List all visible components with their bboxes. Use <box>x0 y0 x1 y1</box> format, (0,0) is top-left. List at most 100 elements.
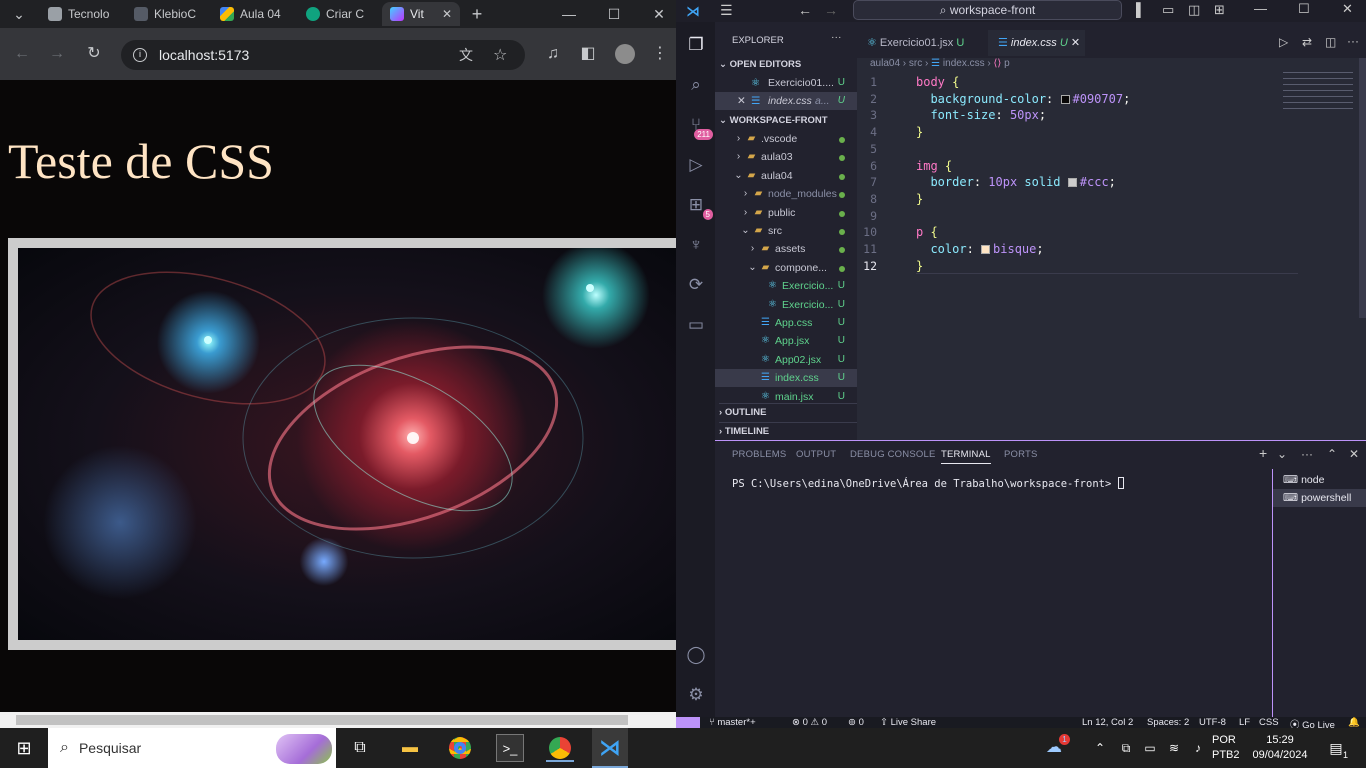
file-tree-item[interactable]: ⌄ ▰ compone... <box>715 259 857 277</box>
crumb[interactable]: src <box>909 58 922 69</box>
windows-start-icon[interactable]: ⊞ <box>10 734 38 762</box>
language-indicator[interactable]: POR PTB2 <box>1212 733 1240 763</box>
panel-tab-problems[interactable]: PROBLEMS <box>732 449 786 460</box>
remote-explorer-icon[interactable]: ⟳ <box>685 274 707 296</box>
reload-icon[interactable]: ↻ <box>84 44 104 64</box>
translate-icon[interactable]: 文 <box>459 45 473 65</box>
run-debug-icon[interactable]: ▷ <box>685 154 707 176</box>
explorer-icon[interactable]: ❐ <box>685 34 707 56</box>
account-icon[interactable]: ◯ <box>685 644 707 666</box>
close-panel-icon[interactable]: ✕ <box>1349 447 1359 461</box>
python-icon[interactable]: ♆ <box>685 234 707 256</box>
minimize-icon[interactable]: — <box>1254 1 1267 16</box>
tab-2[interactable]: Aula 04 <box>212 2 294 26</box>
file-tree-item[interactable]: ☰ App.css U <box>715 314 857 332</box>
more-actions-icon[interactable]: ··· <box>1301 447 1313 461</box>
customize-layout-icon[interactable]: ⊞ <box>1214 2 1225 18</box>
source-control-icon[interactable]: ⑂ 211 <box>685 114 713 140</box>
forward-icon[interactable]: → <box>47 44 67 64</box>
maximize-panel-icon[interactable]: ⌃ <box>1327 447 1337 461</box>
run-icon[interactable]: ▷ <box>1279 35 1288 49</box>
crumb[interactable]: index.css <box>943 58 985 69</box>
language-status[interactable]: CSS <box>1259 717 1279 728</box>
forward-icon[interactable]: → <box>824 2 838 18</box>
tab-3[interactable]: Criar C <box>298 2 380 26</box>
editor-tab[interactable]: ⚛ Exercicio01.jsx U <box>857 30 985 56</box>
chrome-profile-icon[interactable] <box>546 734 574 762</box>
crumb[interactable]: p <box>1004 58 1010 69</box>
more-actions-icon[interactable]: ··· <box>1347 34 1359 48</box>
toggle-secondary-sidebar-icon[interactable]: ◫ <box>1188 2 1200 18</box>
show-hidden-icons[interactable]: ⌃ <box>1086 734 1114 762</box>
tab-search-button[interactable]: ⌄ <box>8 4 30 24</box>
task-view-icon[interactable]: ⧉ <box>346 734 374 762</box>
encoding-status[interactable]: UTF-8 <box>1199 717 1226 728</box>
scrollbar-thumb[interactable] <box>16 715 628 725</box>
eol-status[interactable]: LF <box>1239 717 1250 728</box>
menu-icon[interactable]: ⋮ <box>650 44 670 64</box>
tab-1[interactable]: KlebioC <box>126 2 208 26</box>
back-icon[interactable]: ← <box>12 44 32 64</box>
extensions-icon[interactable]: ⊞ 5 <box>685 194 713 220</box>
command-search-input[interactable]: ⌕ workspace-front <box>853 0 1122 20</box>
terminal-item[interactable]: ⌨ node <box>1273 471 1366 489</box>
toggle-sidebar-icon[interactable]: ▌ <box>1136 2 1145 17</box>
terminal-item-active[interactable]: ⌨ powershell <box>1273 489 1366 507</box>
chrome-icon[interactable] <box>446 734 474 762</box>
chat-icon[interactable]: ▭ <box>685 314 707 336</box>
clock[interactable]: 15:29 09/04/2024 <box>1248 733 1312 763</box>
editor-tab-active[interactable]: ☰ index.css U ✕ <box>988 30 1085 56</box>
color-swatch[interactable] <box>1060 94 1070 104</box>
taskbar-search-input[interactable]: ⌕ Pesquisar <box>48 728 336 768</box>
panel-tab-ports[interactable]: PORTS <box>1004 449 1038 460</box>
file-tree-item[interactable]: ⚛ App02.jsx U <box>715 351 857 369</box>
new-terminal-icon[interactable]: + <box>1259 445 1267 461</box>
notifications-icon[interactable]: 🔔 <box>1348 717 1360 728</box>
close-window-icon[interactable]: ✕ <box>648 4 670 24</box>
vscode-app-icon[interactable]: ⋊ <box>592 728 628 768</box>
site-info-icon[interactable]: i <box>133 48 147 62</box>
golive-status[interactable]: ⦿ Go Live <box>1290 717 1335 728</box>
file-tree-item[interactable]: ⌄ ▰ aula04 <box>715 167 857 185</box>
open-editors-header[interactable]: ⌄ OPEN EDITORS <box>719 56 801 74</box>
volume-icon[interactable]: ♪ <box>1184 734 1212 762</box>
close-icon[interactable]: ✕ <box>737 92 746 110</box>
problems-status[interactable]: ⊗ 0 ⚠ 0 <box>792 717 827 728</box>
panel-tab-terminal[interactable]: TERMINAL <box>941 449 991 464</box>
editor-scrollbar[interactable] <box>1359 58 1366 318</box>
remote-indicator[interactable] <box>676 717 700 728</box>
avatar[interactable] <box>615 44 635 64</box>
maximize-icon[interactable]: ☐ <box>603 4 625 24</box>
tab-0[interactable]: Tecnolo <box>40 2 122 26</box>
minimize-icon[interactable]: — <box>558 4 580 24</box>
notification-center-icon[interactable]: ▤ 1 <box>1322 734 1350 762</box>
outline-header[interactable]: › OUTLINE <box>719 403 861 421</box>
panel-tab-output[interactable]: OUTPUT <box>796 449 836 460</box>
minimap[interactable] <box>1283 72 1353 112</box>
hamburger-menu-icon[interactable]: ☰ <box>720 2 733 19</box>
close-icon[interactable]: ✕ <box>442 7 452 21</box>
branch-status[interactable]: ⑂ master*+ <box>709 717 756 728</box>
toggle-panel-icon[interactable]: ▭ <box>1162 2 1174 18</box>
gear-icon[interactable]: ⚙ <box>685 684 707 706</box>
ports-status[interactable]: ⊚ 0 <box>848 717 864 728</box>
file-tree-item[interactable]: ⌄ ▰ src <box>715 222 857 240</box>
workspace-header[interactable]: ⌄ WORKSPACE-FRONT <box>719 112 828 130</box>
file-tree-item[interactable]: › ▰ node_modules <box>715 185 857 203</box>
terminal-app-icon[interactable]: >_ <box>496 734 524 762</box>
file-tree-item[interactable]: ⚛ App.jsx U <box>715 332 857 350</box>
weather-icon[interactable]: ☁ 1 <box>1040 734 1070 762</box>
file-tree-item[interactable]: › ▰ .vscode <box>715 130 857 148</box>
crumb[interactable]: aula04 <box>870 58 900 69</box>
media-icon[interactable]: ♫ <box>543 44 563 64</box>
search-icon[interactable]: ⌕ <box>685 74 707 96</box>
open-editor-item[interactable]: ✕ ☰ index.css a... U <box>715 92 857 110</box>
timeline-header[interactable]: › TIMELINE <box>719 422 861 440</box>
file-tree-item[interactable]: ☰ index.css U <box>715 369 857 388</box>
open-changes-icon[interactable]: ⇄ <box>1302 35 1312 49</box>
split-editor-icon[interactable]: ◫ <box>1325 35 1336 49</box>
indentation-status[interactable]: Spaces: 2 <box>1147 717 1189 728</box>
chevron-down-icon[interactable]: ⌄ <box>1277 447 1287 461</box>
file-tree-item[interactable]: ⚛ Exercicio... U <box>715 296 857 314</box>
cursor-position[interactable]: Ln 12, Col 2 <box>1082 717 1133 728</box>
